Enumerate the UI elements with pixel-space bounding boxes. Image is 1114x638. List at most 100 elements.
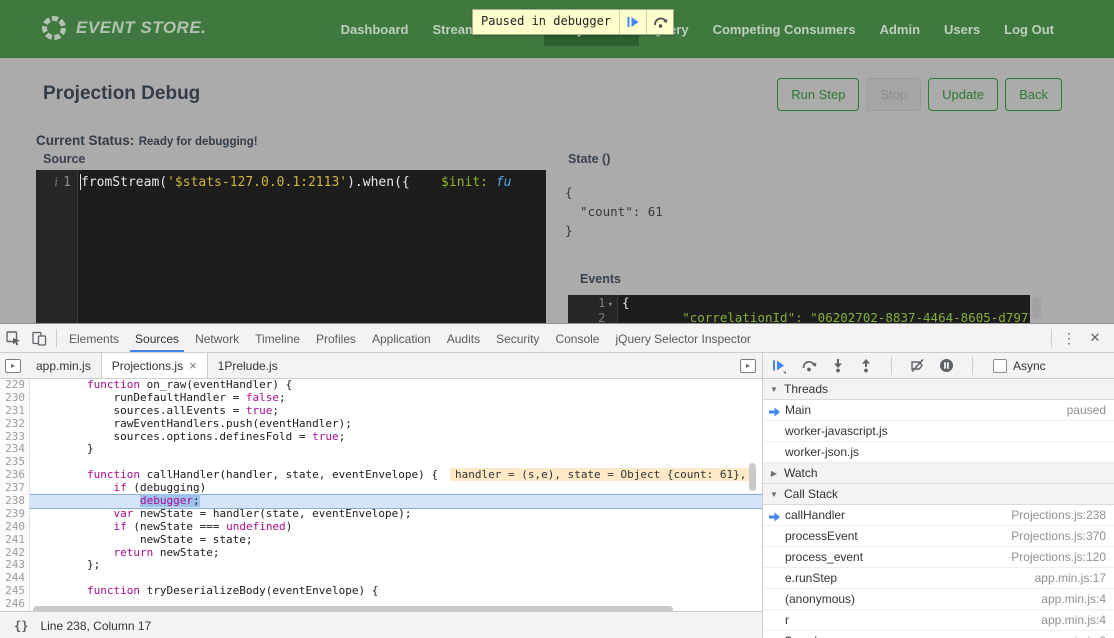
inspect-element-icon[interactable] [0, 327, 26, 349]
fold-arrow-icon[interactable]: ▾ [606, 300, 613, 310]
async-checkbox[interactable] [993, 359, 1007, 373]
stack-frame-e-runstep[interactable]: e.runStepapp.min.js:17 [763, 568, 1114, 589]
tab-audits[interactable]: Audits [442, 325, 485, 352]
line-number[interactable]: 238 [0, 495, 30, 508]
async-label: Async [1013, 359, 1046, 373]
call-stack-title: Call Stack [784, 487, 838, 501]
status-value: Ready for debugging! [139, 136, 258, 148]
events-line-number: 2 [598, 310, 606, 323]
frame-function-name: callHandler [785, 508, 845, 522]
stack-frame-anonymous[interactable]: (anonymous)app.min.js:4 [763, 589, 1114, 610]
device-toolbar-icon[interactable] [26, 327, 52, 349]
tab-jquery-selector-inspector[interactable]: jQuery Selector Inspector [610, 325, 755, 352]
brand-name: EVENT STORE. [76, 18, 206, 38]
file-tab-app-min-js[interactable]: app.min.js [26, 353, 101, 378]
close-tab-icon[interactable]: × [189, 358, 197, 373]
stack-frame-processevent[interactable]: processEventProjections.js:370 [763, 526, 1114, 547]
line-number[interactable]: 240 [0, 521, 30, 534]
step-into-button[interactable] [831, 358, 845, 373]
tab-application[interactable]: Application [367, 325, 436, 352]
line-number[interactable]: 230 [0, 392, 30, 405]
step-over-icon [653, 15, 668, 29]
debugger-sidebar: Async ▼ Threads Mainpausedworker-javascr… [762, 353, 1114, 638]
call-stack-section-header[interactable]: ▼ Call Stack [763, 484, 1114, 505]
tooltip-resume-button[interactable] [619, 10, 646, 34]
thread-main[interactable]: Mainpaused [763, 400, 1114, 421]
watch-section-header[interactable]: ▶ Watch [763, 463, 1114, 484]
step-out-button[interactable] [859, 358, 873, 373]
code-line-243[interactable]: 243 }; [0, 559, 762, 572]
tab-profiles[interactable]: Profiles [311, 325, 361, 352]
nav-item-log-out[interactable]: Log Out [992, 13, 1066, 46]
step-over-button[interactable] [801, 358, 817, 373]
source-line-number: 1 [63, 175, 71, 190]
devtools-menu-icon[interactable]: ⋮ [1056, 327, 1082, 349]
show-panel-icon[interactable]: ▸ [740, 353, 762, 378]
tab-timeline[interactable]: Timeline [250, 325, 305, 352]
events-editor[interactable]: 1▾ { 2▾ "correlationId": "06202702-8837-… [568, 295, 1030, 323]
event-store-logo-icon [40, 14, 68, 42]
code-panel[interactable]: 229 function on_raw(eventHandler) {230 r… [0, 379, 762, 611]
stack-frame-process-event[interactable]: process_eventProjections.js:120 [763, 547, 1114, 568]
tab-console[interactable]: Console [550, 325, 604, 352]
thread-status: paused [1067, 403, 1114, 417]
tooltip-step-over-button[interactable] [646, 10, 673, 34]
thread-worker-javascript-js[interactable]: worker-javascript.js [763, 421, 1114, 442]
resume-script-button[interactable] [771, 358, 787, 374]
events-scrollbar-thumb[interactable] [1032, 297, 1041, 319]
code-line-233[interactable]: 233 sources.options.definesFold = true; [0, 431, 762, 444]
back-button[interactable]: Back [1005, 78, 1062, 111]
brand[interactable]: EVENT STORE. [40, 14, 206, 42]
frame-location: Projections.js:238 [1011, 508, 1114, 522]
events-code: { [618, 295, 630, 310]
tab-network[interactable]: Network [190, 325, 244, 352]
nav-item-admin[interactable]: Admin [868, 13, 932, 46]
threads-section-header[interactable]: ▼ Threads [763, 379, 1114, 400]
status-line: Current Status: Ready for debugging! [36, 132, 258, 150]
stack-frame-callhandler[interactable]: callHandler Projections.js:238 [763, 505, 1114, 526]
stack-frame-r[interactable]: rapp.min.js:4 [763, 610, 1114, 631]
tab-sources[interactable]: Sources [130, 325, 184, 352]
frame-location: app.min.js:2 [1041, 634, 1114, 638]
frame-function-name: r [785, 613, 789, 627]
page-actions: Run StepStopUpdateBack [777, 78, 1062, 111]
line-number[interactable]: 239 [0, 508, 30, 521]
file-tab-bar: ▸ app.min.jsProjections.js×1Prelude.js ▸ [0, 353, 762, 379]
nav-item-users[interactable]: Users [932, 13, 992, 46]
threads-title: Threads [784, 382, 828, 396]
file-tab-projections-js[interactable]: Projections.js× [101, 353, 208, 378]
tab-elements[interactable]: Elements [64, 325, 124, 352]
line-number[interactable]: 232 [0, 418, 30, 431]
code-line-245[interactable]: 245 function tryDeserializeBody(eventEnv… [0, 585, 762, 598]
line-number[interactable]: 246 [0, 598, 30, 611]
pretty-print-icon[interactable]: {} [0, 619, 40, 633]
file-tab-1prelude-js[interactable]: 1Prelude.js [208, 353, 288, 378]
line-number[interactable]: 229 [0, 379, 30, 392]
pause-on-exceptions-button[interactable] [939, 358, 954, 373]
thread-worker-json-js[interactable]: worker-json.js [763, 442, 1114, 463]
nav-item-dashboard[interactable]: Dashboard [329, 13, 421, 46]
status-label: Current Status: [36, 133, 134, 148]
deactivate-breakpoints-button[interactable] [910, 358, 925, 373]
stop-button[interactable]: Stop [866, 78, 921, 111]
code-line-234[interactable]: 234 } [0, 443, 762, 456]
code-line-242[interactable]: 242 return newState; [0, 547, 762, 560]
tab-security[interactable]: Security [491, 325, 544, 352]
resume-icon [626, 15, 640, 29]
source-editor[interactable]: i1 fromStream('$stats-127.0.0.1:2113').w… [36, 170, 546, 323]
devtools-close-icon[interactable]: ✕ [1082, 327, 1108, 349]
line-number[interactable]: 241 [0, 534, 30, 547]
disclosure-triangle-icon: ▼ [769, 490, 779, 499]
line-number[interactable]: 231 [0, 405, 30, 418]
vertical-scrollbar-thumb[interactable] [749, 463, 756, 491]
events-line-1: 1▾ { [568, 295, 1030, 310]
stack-frame-each[interactable]: $.eachapp.min.js:2 [763, 631, 1114, 638]
paused-in-debugger-tooltip: Paused in debugger [472, 9, 674, 35]
run-step-button[interactable]: Run Step [777, 78, 859, 111]
cursor-position-text: Line 238, Column 17 [40, 619, 151, 633]
show-navigator-icon[interactable]: ▸ [0, 353, 26, 378]
nav-item-competing-consumers[interactable]: Competing Consumers [701, 13, 868, 46]
update-button[interactable]: Update [928, 78, 998, 111]
source-code-line: fromStream('$stats-127.0.0.1:2113').when… [78, 170, 546, 323]
code-text: function tryDeserializeBody(eventEnvelop… [30, 585, 762, 598]
